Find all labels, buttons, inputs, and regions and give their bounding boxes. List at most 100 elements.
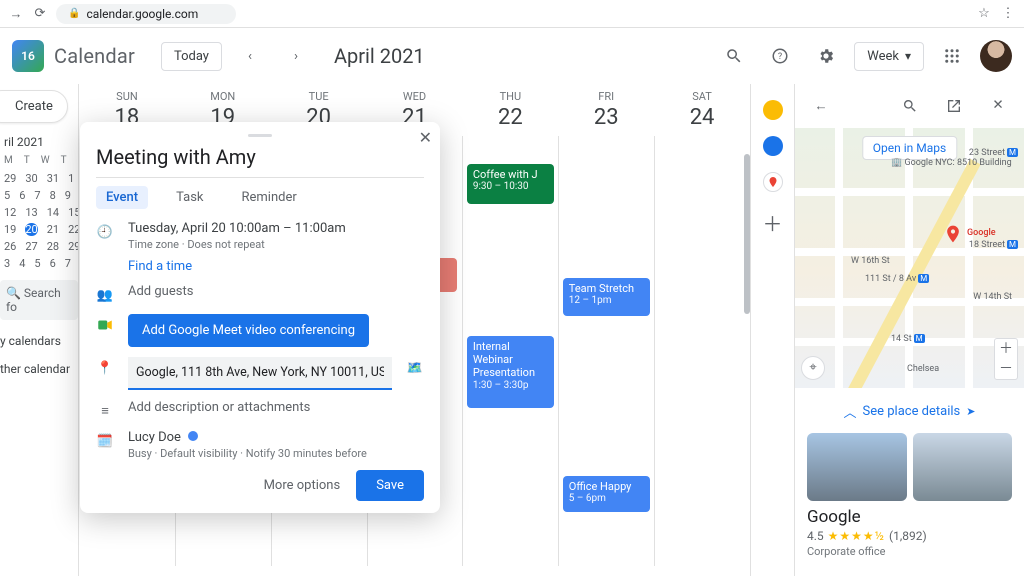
- map-preview-icon[interactable]: 🗺️: [406, 359, 424, 377]
- panel-search-button[interactable]: [892, 88, 928, 124]
- browser-menu-icon[interactable]: ⋮: [1000, 6, 1016, 22]
- mini-dow: W: [41, 155, 50, 166]
- lock-icon: 🔒: [68, 8, 80, 19]
- search-icon: [902, 98, 918, 114]
- create-button[interactable]: Create: [0, 90, 68, 123]
- mini-dow: T: [24, 155, 30, 166]
- other-calendars-label[interactable]: ther calendar: [0, 362, 78, 376]
- tab-task[interactable]: Task: [166, 186, 213, 209]
- help-icon: ?: [771, 47, 789, 65]
- current-month: April 2021: [334, 44, 425, 68]
- maps-addon-icon[interactable]: [763, 172, 783, 192]
- panel-open-new-button[interactable]: [936, 88, 972, 124]
- event-stretch[interactable]: Team Stretch12 – 1pm: [563, 278, 650, 316]
- maps-panel: ← ✕ Open in Maps 🏢 Google NYC: 8510 Buil…: [794, 84, 1024, 576]
- url-text: calendar.google.com: [86, 7, 198, 21]
- add-meet-button[interactable]: Add Google Meet video conferencing: [128, 314, 369, 347]
- open-in-maps-button[interactable]: Open in Maps: [862, 136, 957, 160]
- addon-rail: ＋: [750, 84, 794, 576]
- next-period-button[interactable]: ›: [278, 38, 314, 74]
- mini-dow: M: [4, 155, 13, 166]
- popover-drag-handle[interactable]: [248, 134, 272, 137]
- cursor-icon: ➤: [966, 405, 975, 418]
- panel-close-button[interactable]: ✕: [980, 88, 1016, 124]
- map-canvas[interactable]: Open in Maps 🏢 Google NYC: 8510 Building…: [795, 128, 1024, 388]
- map-zoom-controls[interactable]: ＋－: [994, 338, 1018, 380]
- find-a-time-link[interactable]: Find a time: [128, 259, 346, 274]
- map-pin-icon: [943, 224, 963, 244]
- map-street-label: W 16th St: [851, 256, 890, 266]
- map-street-label: 23 StreetM: [969, 148, 1018, 158]
- today-button[interactable]: Today: [161, 42, 222, 71]
- add-guests-input[interactable]: Add guests: [128, 284, 193, 299]
- svg-text:?: ?: [778, 52, 782, 62]
- browser-forward-icon[interactable]: →: [8, 6, 24, 22]
- mini-month-label: ril 2021: [4, 135, 78, 149]
- url-bar[interactable]: 🔒 calendar.google.com: [56, 4, 236, 24]
- panel-back-button[interactable]: ←: [803, 88, 839, 124]
- map-street-label: 18 StreetM: [969, 240, 1018, 250]
- place-rating: 4.5 ★★★★½ (1,892): [807, 529, 1012, 543]
- tab-event[interactable]: Event: [96, 186, 148, 209]
- see-place-details-button[interactable]: ︿ See place details ➤: [807, 396, 1012, 427]
- event-time-sub: Time zone · Does not repeat: [128, 238, 346, 251]
- place-category: Corporate office: [807, 545, 1012, 558]
- event-webinar[interactable]: Internal Webinar Presentation1:30 – 3:30…: [467, 336, 554, 408]
- sidebar: Create ril 2021 M T W T F S 293031123 56…: [0, 84, 78, 576]
- event-editor-popover: ✕ Meeting with Amy Event Task Reminder 🕘…: [80, 122, 440, 513]
- bookmark-star-icon[interactable]: ☆: [976, 6, 992, 22]
- event-time-text[interactable]: Tuesday, April 20 10:00am – 11:00am: [128, 221, 346, 236]
- map-pin-label: Google: [967, 228, 996, 238]
- clock-icon: 🕘: [96, 223, 114, 241]
- open-external-icon: [946, 98, 962, 114]
- calendar-color-dot: [188, 431, 198, 441]
- search-people[interactable]: 🔍 Search fo: [0, 280, 78, 320]
- tasks-addon-icon[interactable]: [763, 136, 783, 156]
- event-title-input[interactable]: Meeting with Amy: [96, 141, 424, 178]
- mini-calendar[interactable]: ril 2021 M T W T F S 293031123 5678910 1…: [0, 135, 78, 270]
- settings-button[interactable]: [808, 38, 844, 74]
- location-input[interactable]: [128, 357, 392, 390]
- search-icon: [725, 47, 743, 65]
- app-header: 16 Calendar Today ‹ › April 2021 ? Week …: [0, 28, 1024, 84]
- app-title: Calendar: [54, 44, 135, 68]
- my-calendars-label[interactable]: y calendars: [0, 334, 78, 348]
- keep-addon-icon[interactable]: [763, 100, 783, 120]
- map-area-label: Chelsea: [907, 364, 939, 374]
- calendar-logo-icon: 16: [12, 40, 44, 72]
- get-addons-button[interactable]: ＋: [763, 208, 783, 237]
- tab-reminder[interactable]: Reminder: [232, 186, 307, 209]
- place-photos[interactable]: [807, 433, 1012, 501]
- meet-icon: [96, 316, 114, 334]
- gear-icon: [817, 47, 835, 65]
- map-recenter-button[interactable]: ⌖: [801, 356, 825, 380]
- save-button[interactable]: Save: [356, 470, 424, 501]
- add-description-input[interactable]: Add description or attachments: [128, 400, 310, 415]
- apps-grid-icon: [943, 47, 961, 65]
- location-pin-icon: 📍: [96, 359, 114, 377]
- stars-icon: ★★★★½: [828, 529, 885, 543]
- view-label: Week: [867, 49, 899, 64]
- prev-period-button[interactable]: ‹: [232, 38, 268, 74]
- account-avatar[interactable]: [980, 40, 1012, 72]
- people-icon: 👥: [96, 286, 114, 304]
- map-street-label: W 14th St: [973, 292, 1012, 302]
- support-button[interactable]: ?: [762, 38, 798, 74]
- google-apps-button[interactable]: [934, 38, 970, 74]
- description-icon: ≡: [96, 402, 114, 420]
- map-street-label: 14 StM: [891, 334, 925, 344]
- event-type-tabs: Event Task Reminder: [96, 186, 424, 209]
- event-happy-hour[interactable]: Office Happy5 – 6pm: [563, 476, 650, 512]
- place-name: Google: [807, 507, 1012, 527]
- grid-scrollbar[interactable]: [744, 136, 750, 566]
- more-options-button[interactable]: More options: [264, 478, 341, 493]
- search-button[interactable]: [716, 38, 752, 74]
- chevron-up-icon: ︿: [843, 402, 856, 421]
- browser-chrome: → ⟳ 🔒 calendar.google.com ☆ ⋮: [0, 0, 1024, 28]
- map-poi-label: 🏢 Google NYC: 8510 Building: [891, 158, 1012, 168]
- popover-close-button[interactable]: ✕: [419, 128, 432, 147]
- browser-reload-icon[interactable]: ⟳: [32, 6, 48, 22]
- event-coffee[interactable]: Coffee with J9:30 – 10:30: [467, 164, 554, 204]
- map-street-label: 111 St / 8 AvM: [865, 274, 929, 284]
- view-selector[interactable]: Week ▾: [854, 42, 924, 71]
